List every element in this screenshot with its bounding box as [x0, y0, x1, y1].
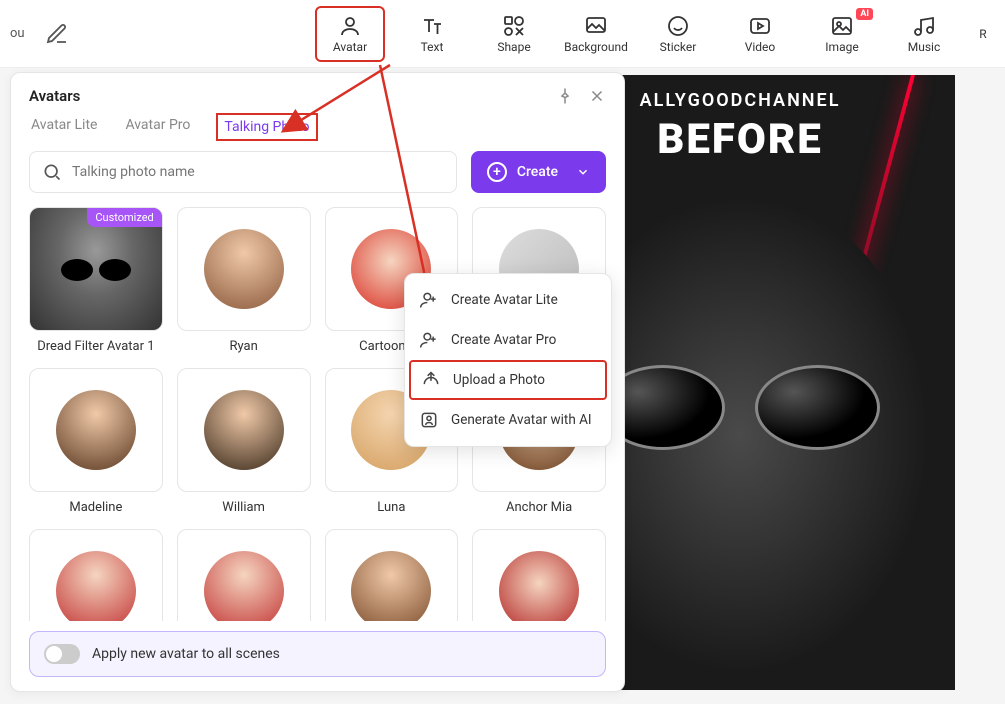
tool-shape[interactable]: Shape: [479, 6, 549, 62]
background-icon: [584, 14, 608, 38]
tool-more[interactable]: R: [971, 6, 995, 62]
dropdown-create-lite[interactable]: Create Avatar Lite: [405, 280, 611, 320]
pencil-icon[interactable]: [45, 22, 69, 46]
create-button[interactable]: + Create: [471, 151, 606, 193]
dropdown-label: Create Avatar Pro: [451, 332, 556, 348]
create-label: Create: [517, 164, 558, 180]
sticker-icon: [666, 14, 690, 38]
search-row: + Create: [11, 151, 624, 207]
shape-icon: [502, 14, 526, 38]
avatar-name: Madeline: [69, 500, 122, 515]
avatar-card[interactable]: Ryan: [177, 207, 311, 354]
avatar-card[interactable]: Madeline: [29, 368, 163, 515]
left-label: ou: [10, 26, 25, 41]
dropdown-label: Generate Avatar with AI: [451, 412, 592, 428]
apply-all-row: Apply new avatar to all scenes: [29, 631, 606, 677]
avatar-card[interactable]: Customized Dread Filter Avatar 1: [29, 207, 163, 354]
tab-talking-photo[interactable]: Talking Photo: [216, 113, 317, 141]
tool-avatar[interactable]: Avatar: [315, 6, 385, 62]
avatar-name: Ryan: [229, 339, 257, 354]
tool-label: Text: [421, 40, 444, 54]
dropdown-label: Upload a Photo: [453, 372, 545, 388]
dropdown-upload-photo[interactable]: Upload a Photo: [409, 360, 607, 400]
canvas-title: BEFORE: [657, 115, 822, 164]
toolbar-items: Avatar Text Shape Background Sticker Vid…: [315, 6, 995, 62]
tool-background[interactable]: Background: [561, 6, 631, 62]
tool-label: Shape: [497, 40, 530, 54]
avatar-name: Anchor Mia: [506, 500, 572, 515]
search-box[interactable]: [29, 151, 457, 193]
create-dropdown: Create Avatar Lite Create Avatar Pro Upl…: [404, 273, 612, 447]
canvas-subtitle: ALLYGOODCHANNEL: [640, 90, 841, 111]
ai-badge: AI: [856, 8, 873, 20]
close-icon[interactable]: [588, 87, 606, 105]
tool-label: Music: [908, 40, 940, 54]
panel-header: Avatars: [11, 73, 624, 113]
tool-label: Background: [564, 40, 628, 54]
apply-label: Apply new avatar to all scenes: [92, 646, 280, 662]
avatar-add-icon: [419, 330, 439, 350]
upload-icon: [421, 370, 441, 390]
apply-toggle[interactable]: [44, 644, 80, 664]
panel-actions: [556, 87, 606, 105]
tool-label: R: [979, 27, 986, 41]
search-input[interactable]: [72, 164, 444, 180]
avatar-card[interactable]: [29, 529, 163, 621]
avatar-card[interactable]: [472, 529, 606, 621]
avatar-add-icon: [419, 290, 439, 310]
toolbar-left: ou: [10, 22, 315, 46]
tool-label: Sticker: [660, 40, 697, 54]
music-icon: [912, 14, 936, 38]
tool-music[interactable]: Music: [889, 6, 959, 62]
ai-generate-icon: [419, 410, 439, 430]
pin-icon[interactable]: [556, 87, 574, 105]
plus-icon: +: [487, 162, 507, 182]
dropdown-label: Create Avatar Lite: [451, 292, 558, 308]
tool-video[interactable]: Video: [725, 6, 795, 62]
tool-label: Image: [825, 40, 858, 54]
image-icon: [830, 14, 854, 38]
tool-sticker[interactable]: Sticker: [643, 6, 713, 62]
avatar-card[interactable]: [325, 529, 459, 621]
tab-avatar-pro[interactable]: Avatar Pro: [123, 113, 192, 141]
avatars-panel: Avatars Avatar Lite Avatar Pro Talking P…: [10, 72, 625, 692]
tool-text[interactable]: Text: [397, 6, 467, 62]
dropdown-generate-ai[interactable]: Generate Avatar with AI: [405, 400, 611, 440]
avatar-name: William: [222, 500, 265, 515]
avatar-name: Luna: [377, 500, 405, 515]
avatar-card[interactable]: [177, 529, 311, 621]
search-icon: [42, 162, 62, 182]
avatar-icon: [338, 14, 362, 38]
panel-title: Avatars: [29, 87, 80, 105]
sunglasses-graphic: [600, 365, 880, 455]
top-toolbar: ou Avatar Text Shape Background Sticker …: [0, 0, 1005, 68]
avatar-name: Dread Filter Avatar 1: [37, 339, 154, 354]
video-icon: [748, 14, 772, 38]
tool-label: Video: [745, 40, 776, 54]
avatar-card[interactable]: William: [177, 368, 311, 515]
avatar-tabs: Avatar Lite Avatar Pro Talking Photo: [11, 113, 624, 151]
text-icon: [420, 14, 444, 38]
tool-image[interactable]: AI Image: [807, 6, 877, 62]
tab-avatar-lite[interactable]: Avatar Lite: [29, 113, 99, 141]
tool-label: Avatar: [333, 40, 367, 54]
chevron-down-icon: [576, 165, 590, 179]
dropdown-create-pro[interactable]: Create Avatar Pro: [405, 320, 611, 360]
customized-badge: Customized: [87, 208, 161, 227]
